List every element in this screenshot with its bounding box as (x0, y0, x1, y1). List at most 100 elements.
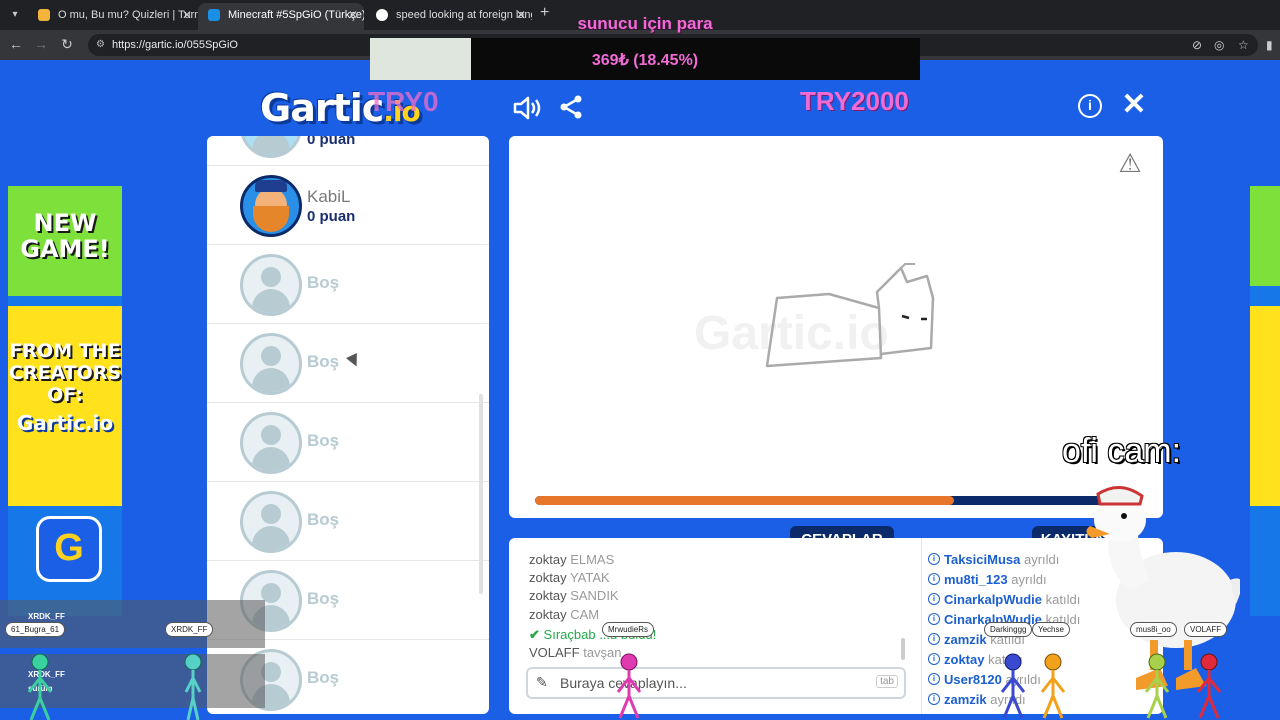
try-counter-left: TRY0 (368, 86, 439, 117)
answers-panel: zoktay ELMAS zoktay YATAK zoktay SANDIK … (509, 538, 921, 714)
viewer-tag: Darkinggg (984, 622, 1033, 637)
player-avatar (240, 175, 302, 237)
try-counter-right: TRY2000 (800, 86, 909, 116)
answer-line: VOLAFF tavşan (529, 645, 622, 660)
tab-close-icon[interactable]: ✕ (348, 3, 358, 27)
empty-slot: Boş (207, 403, 489, 482)
tab-search-icon[interactable]: ▾ (6, 6, 24, 24)
empty-slot-label: Boş (307, 668, 340, 687)
round-timer-fill (535, 496, 954, 505)
tab-title: speed looking at foreign langu (396, 9, 532, 21)
viewer-box-label: XRDK_FF (28, 612, 65, 621)
sound-icon[interactable] (512, 94, 544, 122)
ad-right-new-block (1250, 186, 1280, 286)
ad-banner-left[interactable]: NEW GAME! FROM THE CREATORS OF: Gartic.i… (8, 186, 122, 616)
eye-off-icon[interactable]: ◎ (1214, 38, 1224, 52)
info-icon: i (928, 633, 940, 645)
empty-slot-label: Boş (307, 352, 340, 371)
answer-line: zoktay ELMAS (529, 552, 615, 567)
answer-line: zoktay SANDIK (529, 588, 619, 603)
ad-brand: Gartic.io (16, 411, 114, 435)
info-icon: i (928, 653, 940, 665)
ad-from-creators: FROM THE CREATORS OF: Gartic.io (8, 306, 122, 506)
empty-slot-label: Boş (307, 431, 340, 450)
player-points: 0 puan (307, 136, 356, 148)
stick-figure (1040, 653, 1066, 719)
answer-line: zoktay CAM (529, 607, 600, 622)
log-line: i TaksiciMusa ayrıldı (928, 552, 1059, 567)
ad-right-from-block (1250, 306, 1280, 506)
back-icon[interactable]: ← (7, 36, 25, 52)
log-line: i mu8ti_123 ayrıldı (928, 572, 1047, 587)
stick-figure (1144, 653, 1170, 719)
empty-slot: Boş (207, 482, 489, 561)
reload-icon[interactable]: ↻ (58, 36, 76, 53)
donation-goal-label: sunucu için para (577, 14, 713, 33)
empty-slot-label: Boş (307, 589, 340, 608)
donation-amount: 369₺ (18.45%) (591, 52, 699, 69)
stick-figure (184, 653, 202, 720)
browser-tab-1[interactable]: Minecraft #5SpGiO (Türkçe) ✕ (198, 3, 364, 30)
tab-title: O mu, Bu mu? Quizleri | Turnuv (58, 9, 198, 21)
empty-avatar-icon (240, 333, 302, 395)
player-avatar (240, 136, 302, 158)
tab-favicon-icon (208, 9, 220, 21)
answer-input[interactable] (560, 673, 860, 693)
answer-line: zoktay YATAK (529, 570, 610, 585)
empty-avatar-icon (240, 491, 302, 553)
info-icon: i (928, 593, 940, 605)
ad-banner-right[interactable] (1250, 186, 1280, 616)
viewer-tag: MrwudieRs (602, 622, 655, 637)
checkmark-icon: ✔ (529, 627, 540, 642)
extensions-icon[interactable]: ▮ (1266, 38, 1273, 52)
pencil-icon: ✎ (536, 674, 548, 690)
new-tab-icon[interactable]: + (540, 4, 549, 22)
info-icon: i (928, 693, 940, 705)
player-points: 0 puan (307, 208, 356, 225)
forward-icon[interactable]: → (32, 36, 50, 52)
info-icon[interactable]: i (1078, 94, 1102, 118)
site-info-icon[interactable]: ⚙ (96, 34, 105, 56)
close-icon[interactable]: ✕ (1120, 90, 1148, 120)
stick-figure (616, 653, 642, 719)
empty-slot-label: Boş (307, 510, 340, 529)
stick-figure (1000, 653, 1026, 719)
mute-icon[interactable]: ⊘ (1192, 38, 1202, 52)
viewer-tag: mus8i_oo (1130, 622, 1177, 637)
report-warning-icon[interactable]: ⚠ (1115, 150, 1145, 176)
tab-favicon-icon (38, 9, 50, 21)
stick-figure (1196, 653, 1222, 719)
stream-caption: ofi cam: (1062, 432, 1182, 470)
browser-tab-2[interactable]: speed looking at foreign langu ✕ (366, 3, 532, 30)
tab-favicon-icon (376, 9, 388, 21)
tab-title: Minecraft #5SpGiO (Türkçe) (228, 9, 364, 21)
tab-close-icon[interactable]: ✕ (182, 3, 192, 27)
player-row: 0 puan (207, 136, 489, 166)
round-timer-bar (535, 496, 1125, 505)
viewer-tag: 61_Bugra_61 (5, 622, 66, 637)
url-text: https://gartic.io/055SpGiO (112, 39, 238, 51)
answer-input-box[interactable]: ✎ tab (526, 667, 906, 699)
player-list-scrollbar[interactable] (479, 394, 483, 594)
ad-new-game-text: NEW GAME! (8, 186, 122, 296)
viewer-tag: Yechse (1032, 622, 1070, 637)
browser-tab-0[interactable]: O mu, Bu mu? Quizleri | Turnuv ✕ (28, 3, 198, 30)
tab-key-hint: tab (876, 675, 898, 688)
tab-close-icon[interactable]: ✕ (516, 3, 526, 27)
answers-scrollbar[interactable] (901, 638, 905, 660)
player-row: KabiL 0 puan (207, 166, 489, 245)
sketch-drawing (765, 263, 935, 368)
donation-progress-fill (370, 38, 472, 80)
empty-avatar-icon (240, 254, 302, 316)
share-icon[interactable] (558, 94, 584, 120)
ad-app-icon: G (36, 516, 102, 582)
info-icon: i (928, 573, 940, 585)
empty-slot: Boş (207, 245, 489, 324)
info-icon: i (928, 673, 940, 685)
empty-slot-label: Boş (307, 273, 340, 292)
info-icon: i (928, 553, 940, 565)
info-icon: i (928, 613, 940, 625)
bookmark-star-icon[interactable]: ☆ (1238, 38, 1249, 52)
empty-avatar-icon (240, 412, 302, 474)
viewer-tag: VOLAFF (1184, 622, 1228, 637)
